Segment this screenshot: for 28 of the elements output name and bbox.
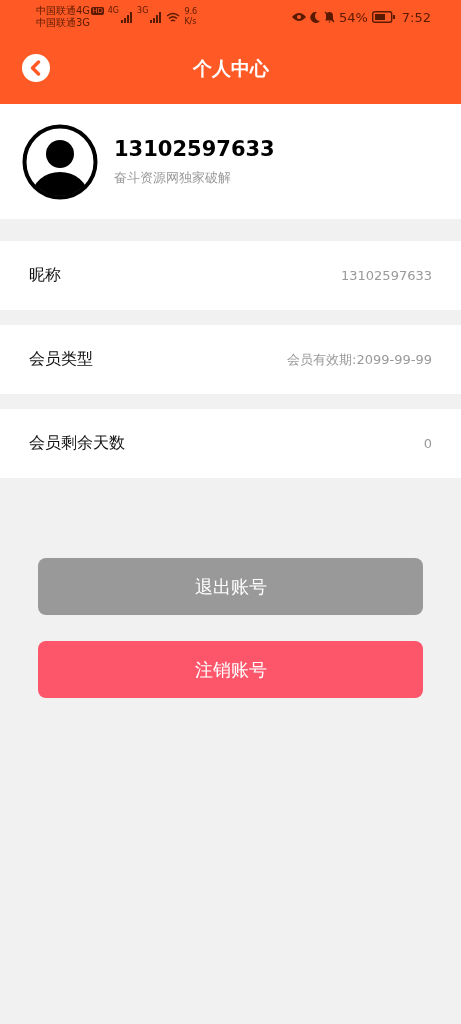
carrier-text: 中国联通4G (36, 5, 91, 17)
carrier-text: 中国联通3G (36, 17, 92, 29)
moon-icon (309, 11, 320, 23)
account-button[interactable]: 退出账号 (38, 558, 423, 615)
speed-unit: K/s (184, 17, 198, 27)
bell-icon (323, 11, 335, 23)
clock-time: 7:52 (401, 9, 431, 25)
row-label: 昵称 (29, 265, 61, 286)
page-title: 个人中心 (192, 56, 269, 81)
speed-value: 9.6 (184, 7, 198, 17)
row-value: 会员有效期:2099-99-99 (287, 350, 432, 369)
network-label: 4G (107, 6, 120, 15)
row-value: 0 (423, 436, 432, 451)
row-value: 13102597633 (341, 268, 432, 283)
wifi-icon (166, 11, 181, 23)
battery-percent: 54% (338, 9, 368, 25)
eye-icon (291, 12, 306, 22)
back-icon[interactable] (22, 54, 50, 82)
signal-icon (150, 11, 163, 23)
avatar-icon (22, 123, 98, 200)
network-label: 3G (137, 6, 149, 15)
user-subtitle: 奋斗资源网独家破解 (114, 168, 232, 187)
row-label: 会员类型 (29, 349, 93, 370)
row-label: 会员剩余天数 (29, 433, 125, 454)
account-button[interactable]: 注销账号 (38, 641, 423, 698)
signal-icon (121, 11, 134, 23)
battery-icon (371, 11, 396, 23)
user-phone-number: 13102597633 (114, 136, 275, 161)
